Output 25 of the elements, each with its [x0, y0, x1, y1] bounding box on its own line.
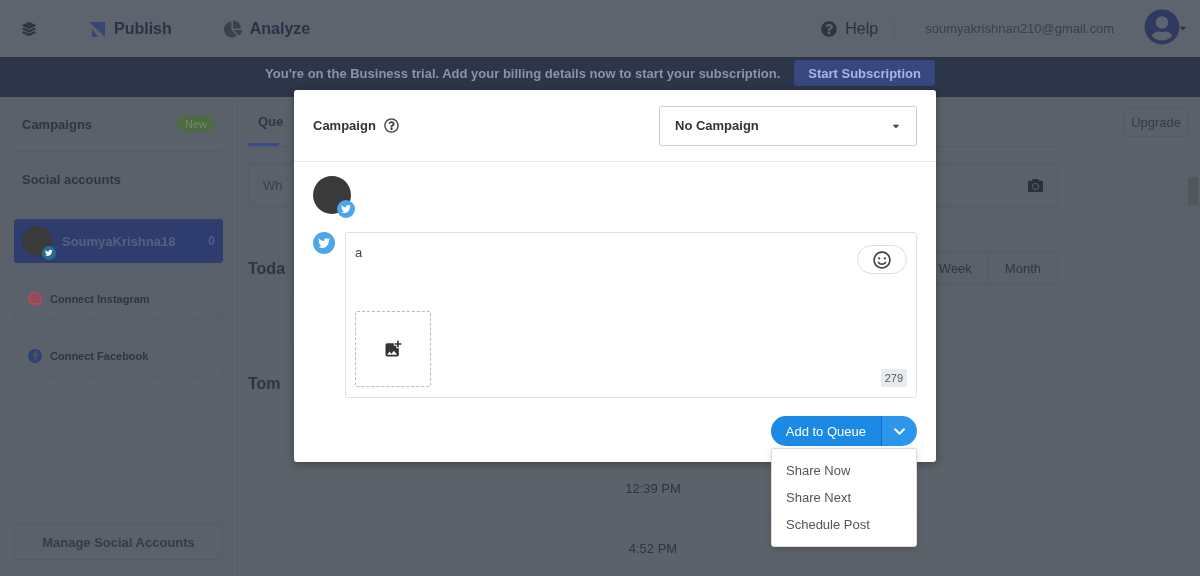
twitter-badge-icon [337, 200, 355, 218]
post-text-field[interactable]: a 279 [345, 232, 917, 398]
banner-text: You're on the Business trial. Add your billing details now to start your subscription. [265, 65, 781, 81]
help-icon[interactable] [383, 118, 399, 133]
campaign-value: No Campaign [675, 118, 759, 133]
media-dropzone[interactable] [355, 311, 431, 387]
menu-item[interactable]: Share Next [772, 484, 916, 511]
facebook-icon [28, 348, 42, 363]
pie-chart-icon [223, 19, 242, 38]
instagram-icon [28, 291, 42, 306]
more-options-button[interactable] [881, 416, 917, 446]
add-to-queue-button[interactable]: Add to Queue [770, 416, 881, 446]
start-subscription-button[interactable]: Start Subscription [794, 60, 935, 86]
twitter-icon [313, 232, 335, 254]
help-icon [821, 20, 838, 37]
publish-icon [88, 19, 106, 38]
emoji-button[interactable] [857, 245, 907, 274]
post-text: a [355, 245, 363, 260]
add-image-icon [383, 339, 403, 359]
campaign-label: Campaign [313, 118, 376, 133]
smiley-icon [873, 250, 891, 269]
menu-item[interactable]: Schedule Post [772, 511, 916, 538]
campaign-select[interactable]: No Campaign [659, 105, 917, 146]
twitter-badge-icon [42, 246, 56, 260]
character-count: 279 [880, 369, 907, 387]
